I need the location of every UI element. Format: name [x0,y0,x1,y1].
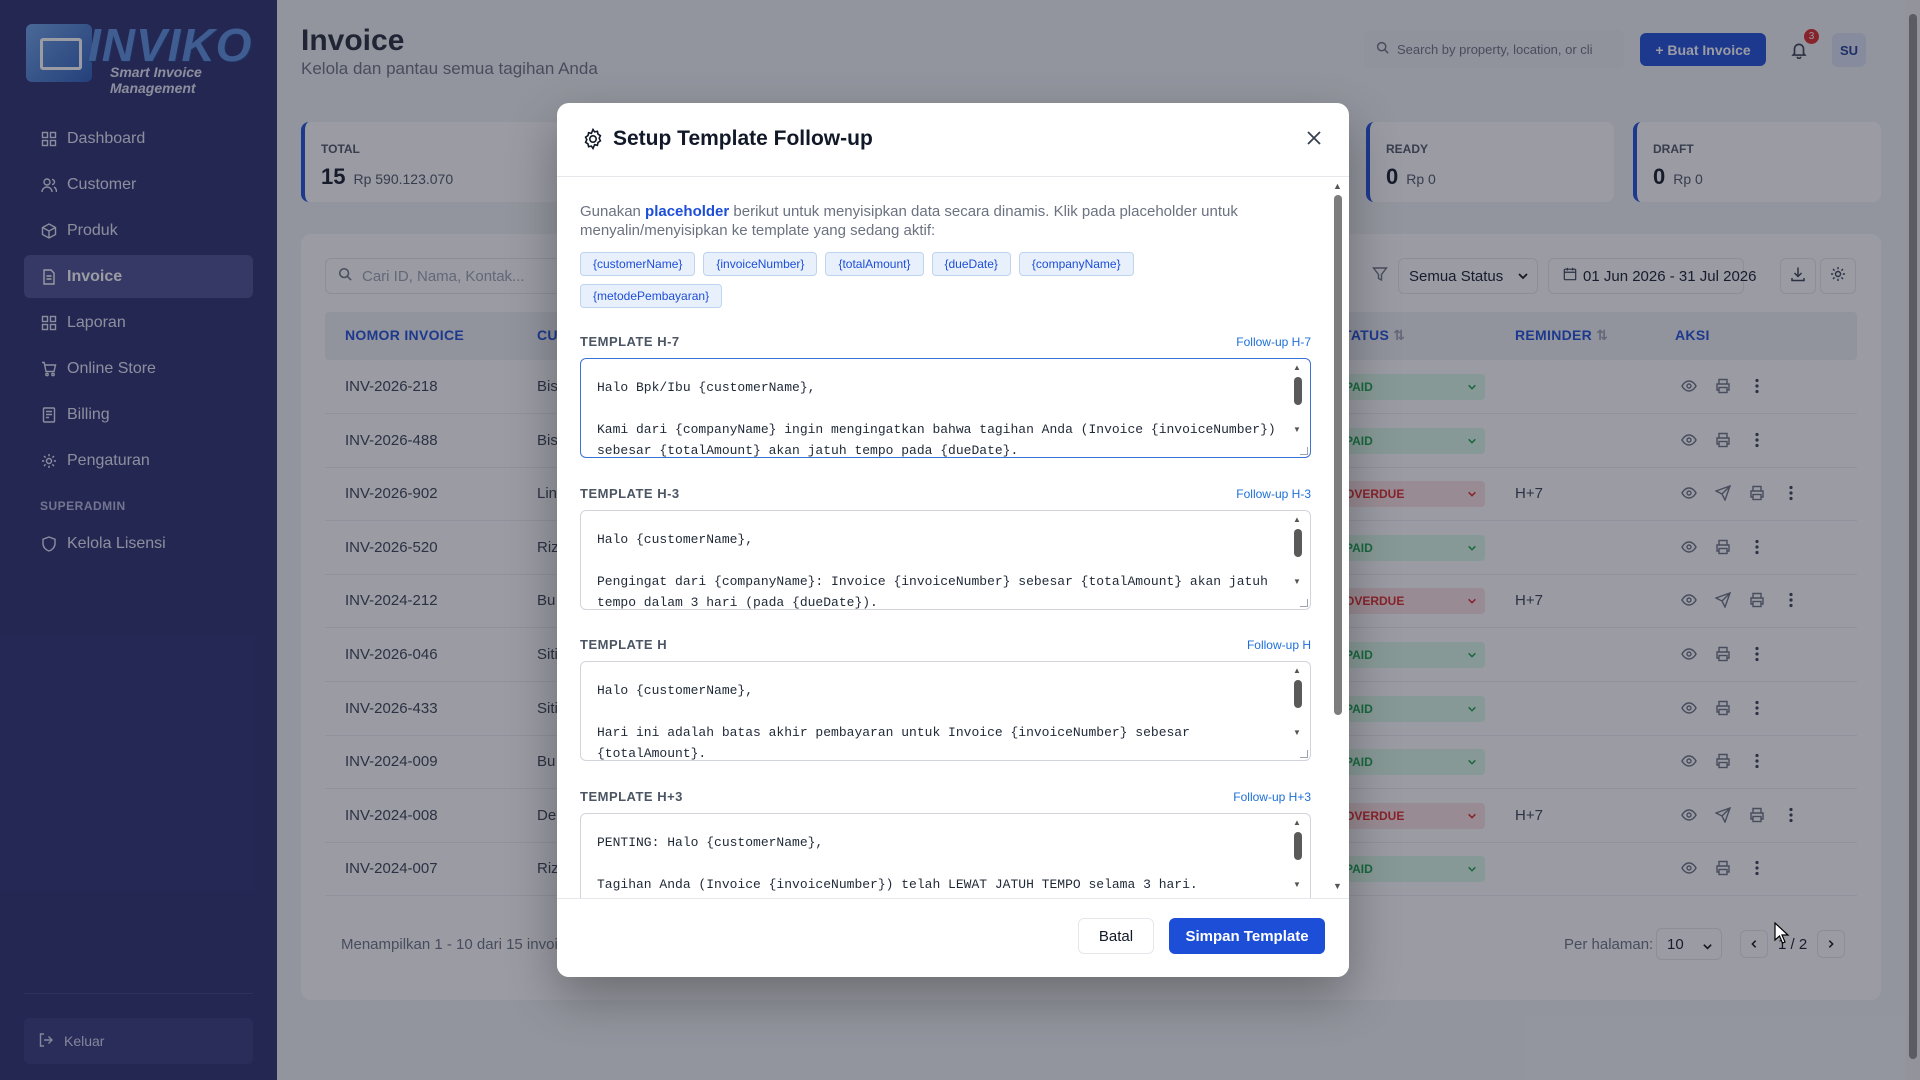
resize-handle[interactable] [1300,599,1308,607]
textarea-scrollbar[interactable]: ▲ ▼ [1292,363,1304,451]
textarea-scrollbar-thumb[interactable] [1294,529,1302,557]
template-label: TEMPLATE H-7 [580,334,680,349]
scroll-up-icon: ▲ [1293,818,1301,827]
scroll-down-icon: ▼ [1333,881,1342,891]
placeholder-chip[interactable]: {customerName} [580,252,696,276]
scroll-down-icon: ▼ [1293,728,1301,737]
template-h-3-textarea[interactable]: Halo {customerName}, Pengingat dari {com… [580,510,1311,610]
intro-highlight: placeholder [645,203,730,220]
template-h-7-textarea[interactable]: Halo Bpk/Ibu {customerName}, Kami dari {… [580,358,1311,458]
template-tag: Follow-up H+3 [1233,790,1311,804]
modal-footer: Batal Simpan Template [557,898,1349,977]
template-text: Halo Bpk/Ibu {customerName}, Kami dari {… [597,380,1276,458]
gear-icon [581,127,605,151]
scroll-down-icon: ▼ [1293,577,1301,586]
modal-title: Setup Template Follow-up [613,127,873,150]
template-label: TEMPLATE H-3 [580,486,680,501]
placeholder-chip[interactable]: {totalAmount} [825,252,924,276]
scroll-up-icon: ▲ [1333,181,1342,191]
template-h-plus-3-textarea[interactable]: PENTING: Halo {customerName}, Tagihan An… [580,813,1311,898]
template-tag: Follow-up H-7 [1236,335,1311,349]
placeholder-chip[interactable]: {invoiceNumber} [703,252,818,276]
scroll-down-icon: ▼ [1293,425,1301,434]
textarea-scrollbar-thumb[interactable] [1294,377,1302,405]
mouse-cursor-icon [1774,921,1790,949]
placeholder-chip-list: {customerName} {invoiceNumber} {totalAmo… [580,252,1220,308]
intro-text-start: Gunakan [580,203,646,220]
template-text: PENTING: Halo {customerName}, Tagihan An… [597,835,1198,892]
placeholder-chip[interactable]: {dueDate} [931,252,1011,276]
scroll-up-icon: ▲ [1293,515,1301,524]
textarea-scrollbar-thumb[interactable] [1294,832,1302,860]
template-label: TEMPLATE H+3 [580,789,683,804]
save-template-button[interactable]: Simpan Template [1169,918,1325,954]
placeholder-chip[interactable]: {metodePembayaran} [580,284,723,308]
setup-template-modal: Setup Template Follow-up Gunakan placeho… [557,103,1349,977]
scroll-up-icon: ▲ [1293,666,1301,675]
modal-header: Setup Template Follow-up [557,103,1349,177]
scroll-down-icon: ▼ [1293,880,1301,889]
template-text: Halo {customerName}, Hari ini adalah bat… [597,683,1190,761]
template-label: TEMPLATE H [580,637,668,652]
placeholder-instructions: Gunakan placeholder berikut untuk menyis… [580,202,1260,240]
textarea-scrollbar[interactable]: ▲ ▼ [1292,515,1304,603]
resize-handle[interactable] [1300,447,1308,455]
template-h-textarea[interactable]: Halo {customerName}, Hari ini adalah bat… [580,661,1311,761]
template-tag: Follow-up H [1246,638,1311,652]
placeholder-chip[interactable]: {companyName} [1018,252,1134,276]
resize-handle[interactable] [1300,750,1308,758]
modal-body: Gunakan placeholder berikut untuk menyis… [557,178,1349,898]
modal-scrollbar[interactable]: ▲ ▼ [1331,181,1343,891]
textarea-scrollbar[interactable]: ▲ ▼ [1292,818,1304,898]
scroll-up-icon: ▲ [1293,363,1301,372]
textarea-scrollbar-thumb[interactable] [1294,680,1302,708]
modal-scrollbar-thumb[interactable] [1334,195,1342,715]
close-icon[interactable] [1303,127,1325,149]
template-tag: Follow-up H-3 [1236,487,1311,501]
cancel-button[interactable]: Batal [1078,918,1154,954]
template-text: Halo {customerName}, Pengingat dari {com… [597,532,1268,610]
textarea-scrollbar[interactable]: ▲ ▼ [1292,666,1304,754]
